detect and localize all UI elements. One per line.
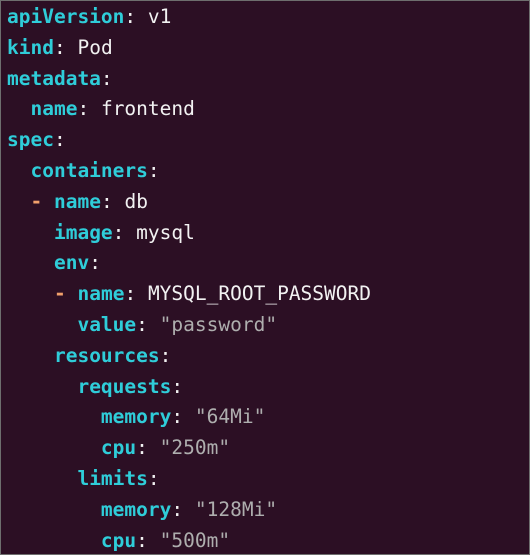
yaml-key: image — [53, 220, 113, 244]
yaml-key: containers — [30, 158, 148, 182]
yaml-colon: : — [147, 466, 160, 490]
code-line: limits: — [1, 464, 529, 495]
yaml-string: "128Mi" — [194, 497, 278, 521]
code-line: resources: — [1, 341, 529, 372]
yaml-colon: : — [124, 5, 137, 28]
code-line: apiVersion: v1 — [1, 2, 529, 33]
yaml-value: mysql — [136, 220, 195, 244]
yaml-key: name — [77, 282, 125, 306]
yaml-colon: : — [136, 436, 148, 460]
yaml-colon: : — [53, 35, 66, 59]
yaml-colon: : — [147, 158, 160, 182]
yaml-colon: : — [171, 374, 184, 398]
yaml-key: memory — [100, 405, 172, 429]
yaml-key: spec — [7, 128, 54, 152]
code-line: requests: — [1, 372, 529, 403]
code-editor[interactable]: apiVersion: v1 kind: Pod metadata: name:… — [0, 0, 530, 555]
yaml-key: requests — [77, 374, 172, 398]
yaml-colon: : — [112, 220, 125, 244]
yaml-key: env — [53, 251, 90, 275]
yaml-key: limits — [77, 466, 148, 490]
yaml-colon: : — [124, 282, 137, 306]
yaml-string: "250m" — [159, 436, 231, 460]
yaml-colon: : — [171, 497, 184, 521]
yaml-key: value — [77, 312, 137, 336]
yaml-key: memory — [100, 497, 172, 521]
yaml-value: MYSQL_ROOT_PASSWORD — [147, 282, 371, 306]
yaml-key: resources — [53, 343, 160, 367]
yaml-dash: - — [53, 282, 66, 306]
code-line: name: frontend — [1, 94, 529, 125]
yaml-string: "64Mi" — [194, 405, 266, 429]
yaml-colon: : — [53, 128, 66, 152]
code-line: env: — [1, 248, 529, 279]
yaml-colon: : — [100, 66, 113, 90]
code-line: cpu: "500m" — [1, 526, 529, 555]
yaml-key: kind — [7, 35, 54, 59]
yaml-value: Pod — [77, 35, 113, 59]
yaml-dash: - — [30, 189, 43, 213]
yaml-colon: : — [136, 312, 148, 336]
yaml-value: db — [124, 189, 148, 213]
yaml-key: cpu — [100, 436, 137, 460]
code-line: value: "password" — [1, 310, 529, 341]
yaml-colon: : — [77, 97, 90, 121]
code-line: containers: — [1, 156, 529, 187]
yaml-key: cpu — [100, 528, 137, 552]
yaml-colon: : — [171, 405, 184, 429]
yaml-colon: : — [100, 189, 113, 213]
code-line: - name: MYSQL_ROOT_PASSWORD — [1, 279, 529, 310]
yaml-key: apiVersion — [7, 5, 125, 28]
code-line: image: mysql — [1, 218, 529, 249]
code-line: - name: db — [1, 187, 529, 218]
yaml-string: "500m" — [159, 528, 231, 552]
yaml-key: name — [53, 189, 101, 213]
code-line: memory: "128Mi" — [1, 495, 529, 526]
yaml-colon: : — [89, 251, 101, 275]
yaml-value: v1 — [147, 5, 172, 28]
code-line: memory: "64Mi" — [1, 402, 529, 433]
yaml-string: "password" — [159, 312, 278, 336]
code-line: cpu: "250m" — [1, 433, 529, 464]
yaml-colon: : — [136, 528, 148, 552]
yaml-key: name — [30, 97, 78, 121]
yaml-colon: : — [159, 343, 172, 367]
code-line: kind: Pod — [1, 33, 529, 64]
code-line: spec: — [1, 125, 529, 156]
yaml-key: metadata — [7, 66, 101, 90]
code-line: metadata: — [1, 64, 529, 95]
yaml-value: frontend — [100, 97, 195, 121]
